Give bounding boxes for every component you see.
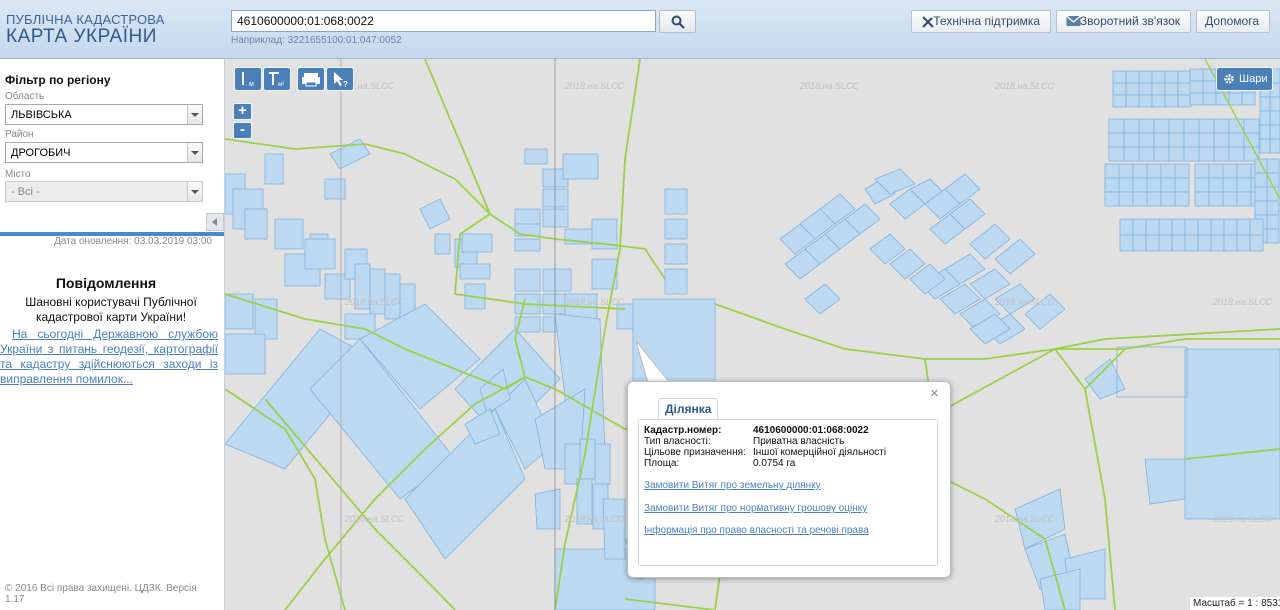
update-date: Дата оновлення: 03.03.2019 03:00: [54, 236, 212, 247]
support-button[interactable]: Технічна підтримка: [911, 10, 1051, 33]
cadastral-number-value: 4610600000:01:068:0022: [753, 425, 869, 436]
district-label: Район: [5, 129, 34, 140]
watermark: 2018.на.SLCC: [995, 514, 1054, 524]
logo-line2: КАРТА УКРАЇНИ: [6, 26, 157, 47]
feedback-button[interactable]: Зворотний зв'язок: [1056, 10, 1191, 33]
parcel-info: Кадастр.номер: 4610600000:01:068:0022 Ти…: [638, 419, 938, 566]
search-icon: [671, 15, 685, 29]
notification-title: Повідомлення: [55, 275, 157, 291]
purpose-value: Іншої комерційної діяльності: [753, 447, 887, 458]
city-select[interactable]: - Всі -: [5, 181, 203, 202]
logo-line1: ПУБЛІЧНА КАДАСТРОВА: [6, 12, 165, 27]
region-value: ЛЬВІВСЬКА: [11, 109, 72, 121]
popup-pointer: [635, 340, 672, 384]
cadastral-number-label: Кадастр.номер:: [644, 425, 722, 436]
notification-link[interactable]: На сьогодні Державною службою України з …: [0, 327, 218, 387]
collapse-sidebar-button[interactable]: [206, 213, 224, 231]
city-label: Місто: [5, 169, 31, 180]
purpose-label: Цільове призначення:: [644, 447, 746, 458]
measure-length-button[interactable]: м: [234, 67, 262, 91]
map-scale: Масштаб = 1 : 8531: [1190, 597, 1280, 610]
close-icon[interactable]: ×: [930, 385, 939, 402]
notification-text: Шановні користувачі Публічної кадастрово…: [25, 295, 197, 324]
tab-parcel[interactable]: Ділянка: [658, 398, 719, 420]
search-example-text: Наприклад: 3221655100:01:047:0052: [231, 35, 402, 46]
measure-area-button[interactable]: м²: [263, 67, 291, 91]
watermark: 2018.на.SLCC: [995, 297, 1054, 307]
watermark: 2018.на.SLCC: [995, 81, 1054, 91]
gear-icon: [1224, 74, 1234, 84]
ownership-value: Приватна власність: [753, 436, 845, 447]
district-value: ДРОГОБИЧ: [11, 147, 71, 159]
print-button[interactable]: [297, 67, 325, 91]
copyright: © 2016 Всі права захищені. ЦДЗК. Версія …: [5, 583, 197, 605]
city-value: - Всі -: [11, 186, 40, 198]
order-parcel-extract-link[interactable]: Замовити Витяг про земельну ділянку: [644, 480, 821, 491]
region-select[interactable]: ЛЬВІВСЬКА: [5, 104, 203, 125]
watermark: 2018.на.SLCC: [1213, 514, 1272, 524]
zoom-in-button[interactable]: +: [233, 103, 252, 120]
sidebar: Фільтр по регіону Область ЛЬВІВСЬКА Райо…: [0, 59, 225, 610]
support-label: Технічна підтримка: [933, 14, 1040, 28]
watermark: 2018.на.SLCC: [800, 81, 859, 91]
layers-label: Шари: [1239, 73, 1268, 85]
help-button[interactable]: Допомога: [1196, 10, 1270, 33]
filter-title: Фільтр по регіону: [5, 73, 111, 87]
ruler-icon: м: [242, 72, 254, 88]
feedback-label: Зворотний зв'язок: [1079, 14, 1180, 28]
watermark: 2018.на.SLCC: [345, 514, 404, 524]
ownership-info-link[interactable]: Інформація про право власності та речові…: [644, 525, 869, 536]
area-value: 0.0754 га: [753, 458, 796, 469]
watermark: 2018.на.SLCC: [1213, 297, 1272, 307]
cursor-help-icon: ?: [334, 72, 348, 89]
watermark: 2018.на.SLCC: [565, 514, 624, 524]
svg-text:м²: м²: [278, 82, 284, 88]
parcel-popup: × Ділянка Кадастр.номер: 4610600000:01:0…: [627, 381, 951, 578]
svg-text:м: м: [249, 81, 254, 88]
identify-button[interactable]: ?: [326, 67, 354, 91]
zoom-out-button[interactable]: -: [233, 122, 252, 139]
area-label: Площа:: [644, 458, 680, 469]
area-ruler-icon: м²: [269, 72, 284, 88]
search-button[interactable]: [659, 10, 696, 33]
help-label: Допомога: [1205, 14, 1259, 28]
region-label: Область: [5, 91, 45, 102]
region-filter: Фільтр по регіону Область ЛЬВІВСЬКА Райо…: [0, 59, 224, 232]
cadastral-search-input[interactable]: [231, 10, 656, 32]
watermark: 2018.на.SLCC: [565, 297, 624, 307]
svg-text:?: ?: [343, 80, 348, 89]
watermark: 2018.на.SLCC: [345, 297, 404, 307]
ownership-label: Тип власності:: [644, 436, 711, 447]
chevron-down-icon: [187, 105, 202, 124]
header: ПУБЛІЧНА КАДАСТРОВА КАРТА УКРАЇНИ Наприк…: [0, 0, 1280, 59]
watermark: 2018.на.SLCC: [565, 81, 624, 91]
district-select[interactable]: ДРОГОБИЧ: [5, 142, 203, 163]
map-canvas[interactable]: 2018.на.SLCC 2018.на.SLCC 2018.на.SLCC 2…: [225, 59, 1280, 610]
layers-button[interactable]: Шари: [1216, 67, 1273, 91]
printer-icon: [302, 73, 320, 87]
chevron-down-icon: [187, 143, 202, 162]
order-valuation-extract-link[interactable]: Замовити Витяг про нормативну грошову оц…: [644, 503, 867, 514]
chevron-down-icon: [187, 182, 202, 201]
envelope-icon: [1066, 15, 1081, 26]
